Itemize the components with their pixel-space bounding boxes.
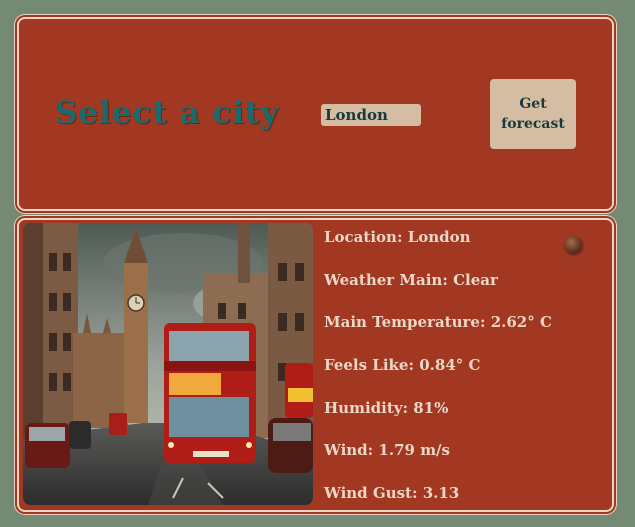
weather-main-label: Weather Main: Clear [324, 271, 498, 289]
city-selection-panel: Select a city London Get forecast [17, 17, 614, 211]
page-title: Select a city [55, 95, 280, 131]
city-select[interactable]: London [321, 104, 421, 126]
location-label: Location: London [324, 228, 471, 246]
temperature-label: Main Temperature: 2.62° C [324, 313, 552, 331]
feels-like-label: Feels Like: 0.84° C [324, 356, 481, 374]
wind-gust-label: Wind Gust: 3.13 [324, 484, 460, 502]
city-photo [23, 223, 313, 505]
get-forecast-button[interactable]: Get forecast [490, 79, 576, 149]
humidity-label: Humidity: 81% [324, 399, 449, 417]
get-forecast-label: Get forecast [501, 96, 565, 132]
weather-panel: Location: London Weather Main: Clear Mai… [17, 218, 614, 512]
wind-label: Wind: 1.79 m/s [324, 441, 450, 459]
clear-weather-icon [564, 236, 582, 254]
